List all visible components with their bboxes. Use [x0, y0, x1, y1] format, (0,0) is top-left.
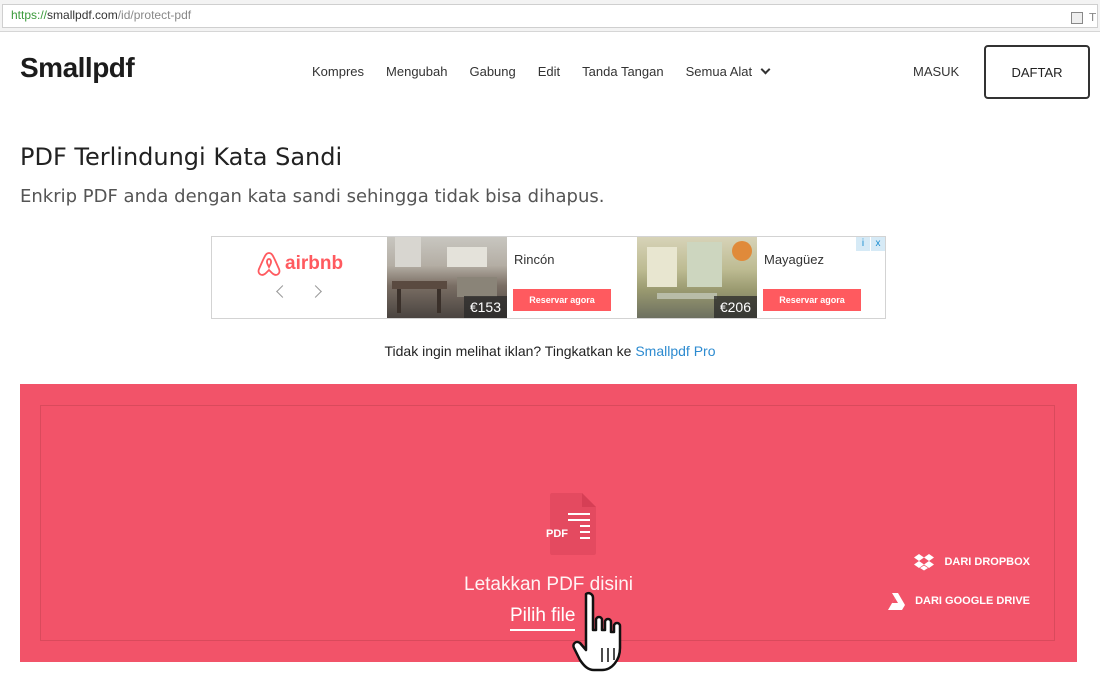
listing-price: €153 [463, 296, 507, 318]
extension-icon[interactable] [1071, 12, 1083, 24]
ad-listing-photo[interactable]: €153 [387, 237, 507, 318]
nav-semua-alat-label: Semua Alat [685, 64, 753, 79]
signup-button[interactable]: DAFTAR [984, 45, 1090, 99]
nav-tanda-tangan[interactable]: Tanda Tangan [582, 64, 663, 79]
google-drive-label: DARI GOOGLE DRIVE [915, 595, 1030, 607]
ad-choices-badge[interactable]: i x [855, 237, 885, 251]
hand-cursor-icon [572, 591, 622, 672]
main-nav: Kompres Mengubah Gabung Edit Tanda Tanga… [312, 64, 791, 79]
chevron-right-icon[interactable] [309, 285, 322, 298]
airbnb-logo-icon [257, 252, 281, 276]
nav-edit[interactable]: Edit [538, 64, 560, 79]
dropbox-icon [914, 554, 935, 571]
ad-listing-photo[interactable]: €206 [637, 237, 757, 318]
reserve-button[interactable]: Reservar agora [513, 289, 611, 311]
ad-close-icon[interactable]: x [871, 237, 885, 251]
browser-address-bar: https://smallpdf.com/id/protect-pdf T [0, 0, 1100, 32]
page-title: PDF Terlindungi Kata Sandi [20, 143, 343, 171]
google-drive-option[interactable]: DARI GOOGLE DRIVE [885, 592, 1030, 610]
pdf-icon-label: PDF [546, 528, 568, 540]
upgrade-notice: Tidak ingin melihat iklan? Tingkatkan ke… [0, 343, 1100, 359]
page-subtitle: Enkrip PDF anda dengan kata sandi sehing… [20, 186, 605, 207]
ad-brand-panel: airbnb [212, 237, 387, 318]
extension-letter: T [1089, 11, 1096, 24]
smallpdf-pro-link[interactable]: Smallpdf Pro [635, 343, 715, 359]
chevron-down-icon [760, 64, 771, 75]
url-text: https://smallpdf.com/id/protect-pdf [11, 8, 191, 22]
nav-semua-alat[interactable]: Semua Alat [685, 64, 771, 79]
google-drive-icon [885, 593, 906, 610]
ad-brand-name: airbnb [285, 253, 344, 274]
dropbox-option[interactable]: DARI DROPBOX [914, 553, 1030, 571]
ad-listing-info: Rincón Reservar agora [507, 237, 637, 318]
nav-mengubah[interactable]: Mengubah [386, 64, 447, 79]
nav-gabung[interactable]: Gabung [469, 64, 515, 79]
reserve-button[interactable]: Reservar agora [763, 289, 861, 311]
listing-city: Mayagüez [764, 252, 824, 267]
listing-price: €206 [713, 296, 757, 318]
choose-file-link[interactable]: Pilih file [510, 605, 576, 631]
file-drop-zone[interactable]: PDF Letakkan PDF disini Pilih file DARI … [20, 384, 1077, 662]
pdf-file-icon: PDF [546, 493, 596, 555]
url-field[interactable]: https://smallpdf.com/id/protect-pdf T [2, 4, 1098, 28]
url-host: smallpdf.com [47, 8, 118, 22]
dropbox-label: DARI DROPBOX [944, 556, 1030, 568]
url-protocol: https:// [11, 8, 48, 22]
url-path: /id/protect-pdf [117, 8, 192, 22]
listing-city: Rincón [514, 252, 555, 267]
ad-banner[interactable]: airbnb €153 Rincón Reservar agora €206 M… [211, 236, 886, 319]
smallpdf-logo[interactable]: Smallpdf [20, 52, 135, 84]
ad-info-icon[interactable]: i [856, 237, 870, 251]
upgrade-text: Tidak ingin melihat iklan? Tingkatkan ke [384, 343, 636, 359]
login-link[interactable]: MASUK [913, 64, 959, 79]
drop-zone-border: PDF Letakkan PDF disini Pilih file DARI … [40, 405, 1055, 641]
nav-kompres[interactable]: Kompres [312, 64, 364, 79]
chevron-left-icon[interactable] [276, 285, 289, 298]
